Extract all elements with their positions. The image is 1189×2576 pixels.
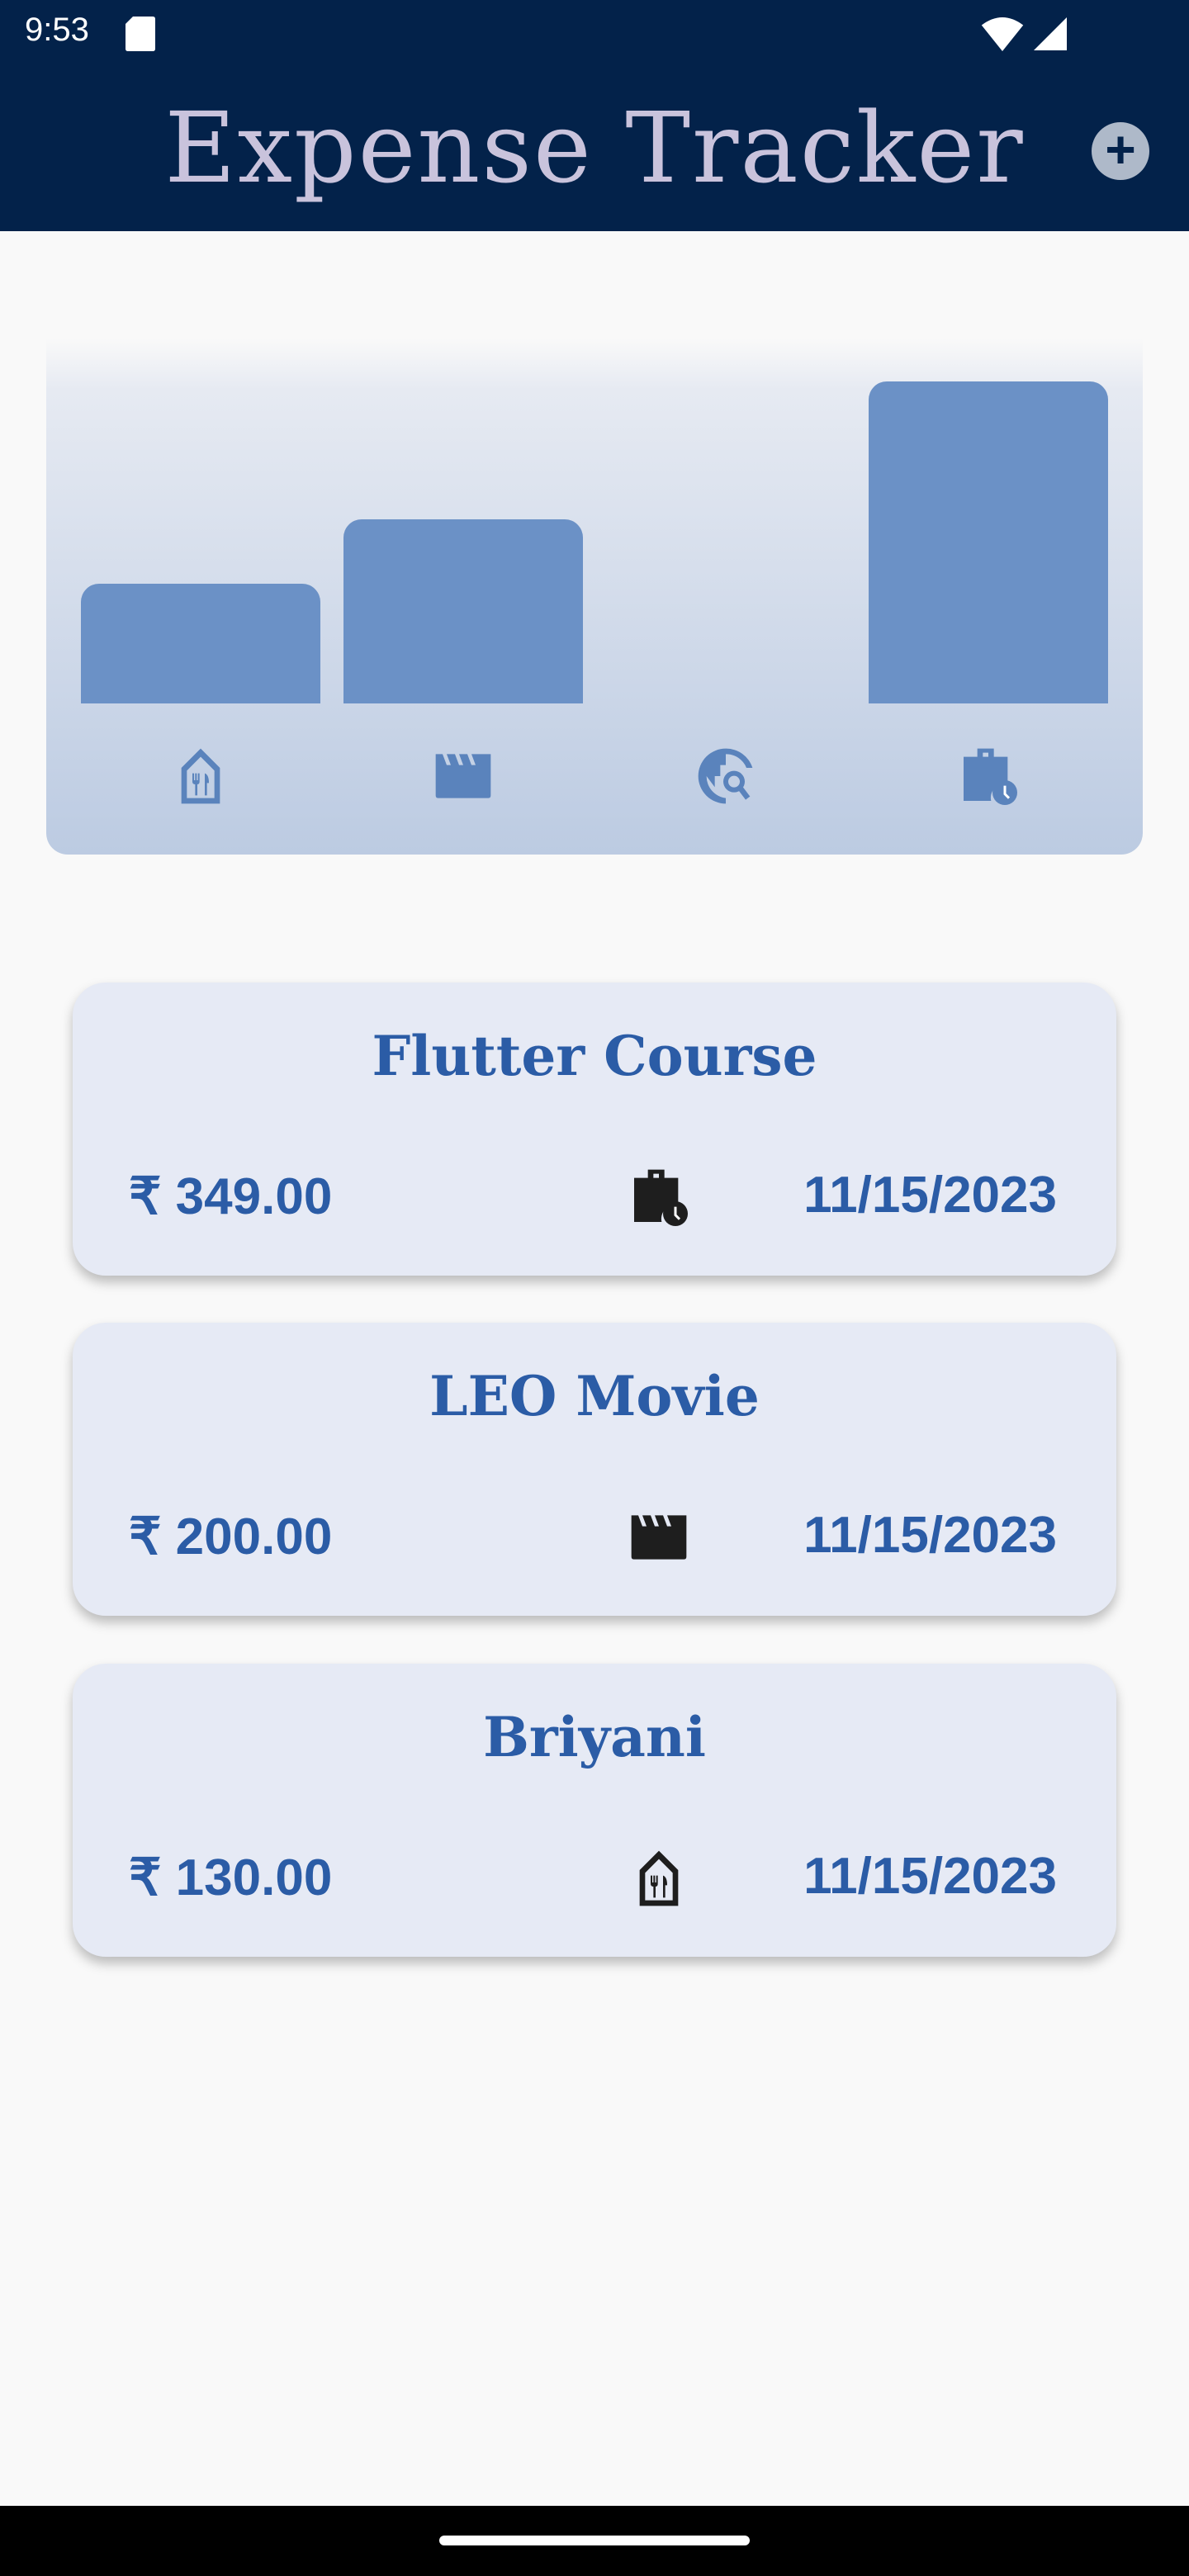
expense-date: 11/15/2023: [803, 1507, 1057, 1564]
sim-card-icon: [126, 17, 155, 51]
wifi-icon: [981, 17, 1024, 51]
expense-card[interactable]: LEO Movie ₹ 200.00 11/15/2023: [73, 1323, 1116, 1616]
expense-date: 11/15/2023: [803, 1167, 1057, 1224]
system-nav-bar: [0, 2506, 1189, 2576]
work-history-icon: [955, 743, 1021, 809]
chart-bar-leisure: [343, 519, 583, 703]
expense-amount: ₹ 200.00: [129, 1508, 333, 1565]
expense-card[interactable]: Flutter Course ₹ 349.00 11/15/2023: [73, 983, 1116, 1276]
expense-date: 11/15/2023: [803, 1848, 1057, 1905]
travel-explore-icon: [693, 743, 759, 809]
chart-bar-food: [81, 583, 320, 703]
restaurant-icon: [626, 1845, 692, 1911]
expense-amount: ₹ 130.00: [129, 1849, 333, 1906]
movie-icon: [626, 1504, 692, 1570]
app-bar: Expense Tracker +: [0, 66, 1189, 231]
restaurant-icon: [168, 743, 234, 809]
expense-title: Briyani: [483, 1705, 706, 1769]
chart-bar-work: [869, 381, 1108, 703]
work-history-icon: [626, 1164, 692, 1230]
add-circle-icon: +: [1105, 120, 1136, 179]
status-bar: 9:53: [0, 0, 1189, 66]
expense-amount: ₹ 349.00: [129, 1168, 333, 1225]
add-expense-button[interactable]: +: [1092, 122, 1149, 180]
status-time: 9:53: [25, 12, 89, 48]
expense-title: Flutter Course: [372, 1024, 817, 1088]
expense-chart: [46, 339, 1143, 855]
expense-card[interactable]: Briyani ₹ 130.00 11/15/2023: [73, 1664, 1116, 1957]
movie-icon: [430, 743, 496, 809]
home-handle[interactable]: [439, 2536, 750, 2545]
signal-icon: [1034, 17, 1067, 50]
expense-title: LEO Movie: [429, 1364, 760, 1428]
app-title: Expense Tracker: [164, 91, 1025, 205]
